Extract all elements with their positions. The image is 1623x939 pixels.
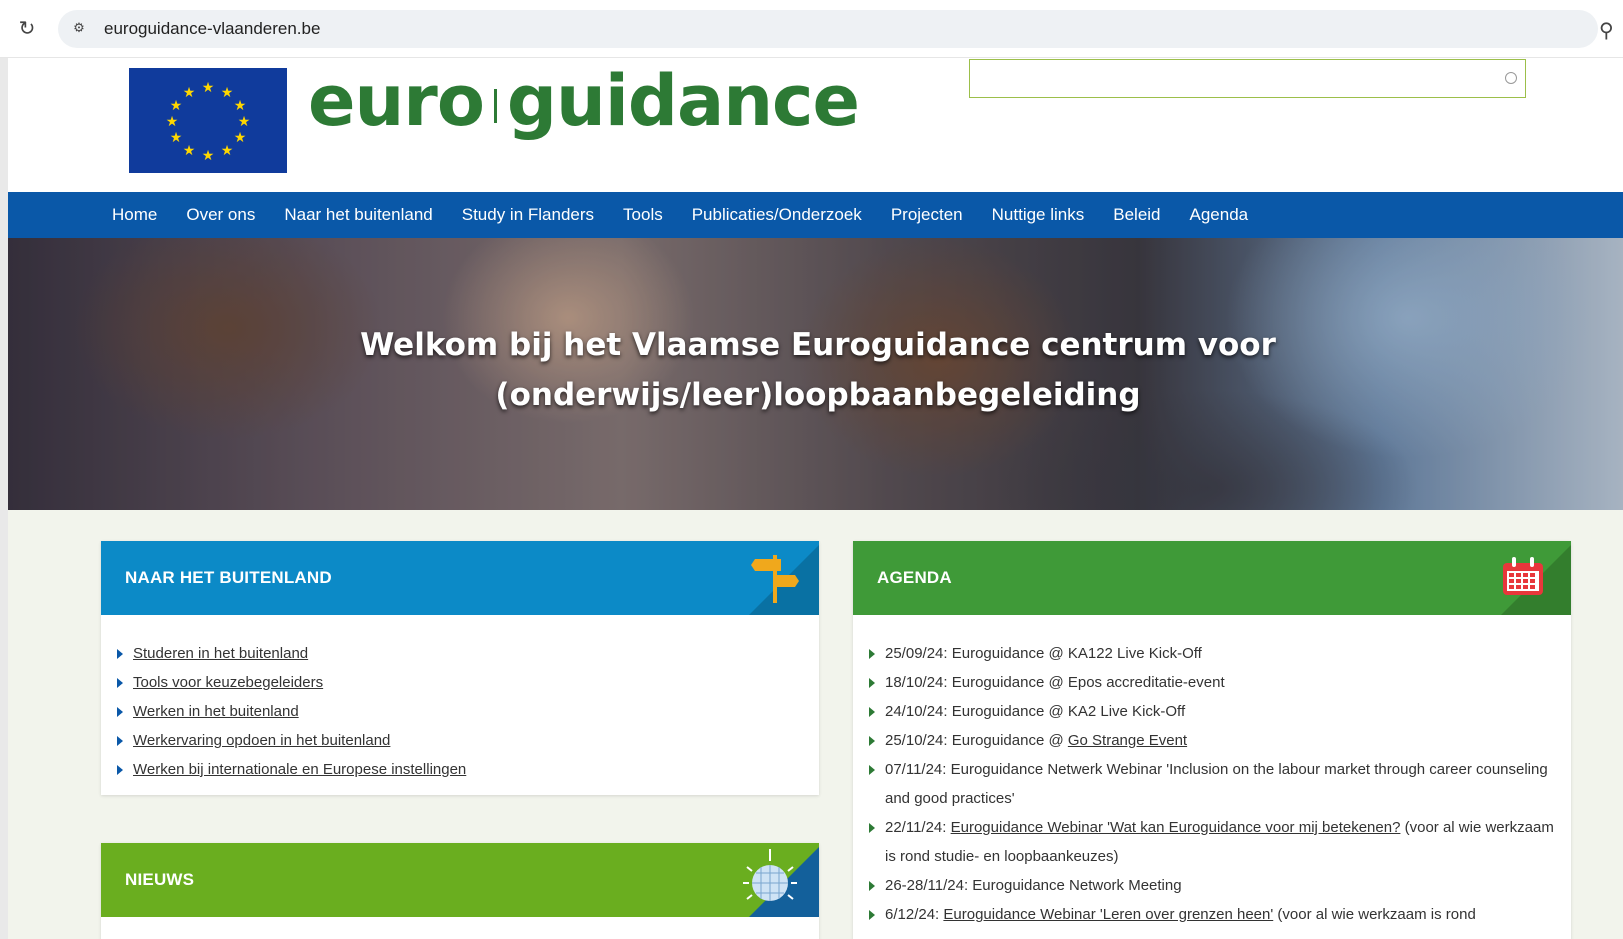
svg-text:★: ★ xyxy=(202,148,215,164)
svg-text:★: ★ xyxy=(221,85,234,101)
window-left-border xyxy=(0,0,8,939)
agenda-item: 24/10/24: Euroguidance @ KA2 Live Kick-O… xyxy=(869,697,1555,726)
svg-text:★: ★ xyxy=(170,130,183,146)
link-werken[interactable]: Werken in het buitenland xyxy=(133,703,299,720)
agenda-item: 07/11/24: Euroguidance Netwerk Webinar '… xyxy=(869,755,1555,813)
agenda-item-text: 25/10/24: Euroguidance @ xyxy=(885,732,1068,749)
panel-body: Studeren in het buitenland Tools voor ke… xyxy=(101,615,819,800)
hero-title: Welkom bij het Vlaamse Euroguidance cent… xyxy=(308,320,1328,420)
reload-icon[interactable]: ↻ xyxy=(16,17,38,39)
url-text[interactable]: euroguidance-vlaanderen.be xyxy=(104,19,320,39)
svg-text:★: ★ xyxy=(166,114,179,130)
agenda-item: 22/11/24: Euroguidance Webinar 'Wat kan … xyxy=(869,813,1555,871)
nav-item-publicaties[interactable]: Publicaties/Onderzoek xyxy=(692,205,862,225)
svg-text:★: ★ xyxy=(221,143,234,159)
panel-agenda: AGENDA 25/09/24: Euroguidance @ KA122 Li… xyxy=(853,541,1571,939)
agenda-item-link[interactable]: Euroguidance Webinar 'Wat kan Euroguidan… xyxy=(951,819,1401,836)
site-settings-icon[interactable]: ⚙ xyxy=(68,18,90,40)
agenda-item-text: 22/11/24: xyxy=(885,819,951,836)
search-input[interactable] xyxy=(969,59,1526,98)
nav-item-projecten[interactable]: Projecten xyxy=(891,205,963,225)
nav-item-beleid[interactable]: Beleid xyxy=(1113,205,1160,225)
hero-banner: Welkom bij het Vlaamse Euroguidance cent… xyxy=(8,238,1623,510)
agenda-item-text: 6/12/24: xyxy=(885,906,944,923)
agenda-item-suffix: (voor al wie werkzaam is rond xyxy=(1273,906,1476,923)
logo-separator xyxy=(493,88,497,123)
agenda-item-text: 26-28/11/24: Euroguidance Network Meetin… xyxy=(885,877,1182,894)
panel-title[interactable]: NIEUWS xyxy=(125,870,194,890)
svg-text:★: ★ xyxy=(238,114,251,130)
link-instellingen[interactable]: Werken bij internationale en Europese in… xyxy=(133,761,466,778)
nav-item-tools[interactable]: Tools xyxy=(623,205,663,225)
panel-naar-het-buitenland: NAAR HET BUITENLAND Studeren in het buit… xyxy=(101,541,819,795)
agenda-item-link[interactable]: Go Strange Event xyxy=(1068,732,1187,749)
agenda-item-text: 25/09/24: Euroguidance @ KA122 Live Kick… xyxy=(885,645,1202,662)
disco-ball-icon xyxy=(743,849,797,901)
link-werkervaring[interactable]: Werkervaring opdoen in het buitenland xyxy=(133,732,390,749)
panel-header[interactable]: NIEUWS xyxy=(101,843,819,917)
page: ★ ★ ★ ★ ★ ★ ★ ★ ★ ★ ★ ★ euro guidance Ho… xyxy=(8,58,1623,939)
nav-item-study-in-flanders[interactable]: Study in Flanders xyxy=(462,205,594,225)
signpost-icon xyxy=(751,555,799,603)
panel-title[interactable]: NAAR HET BUITENLAND xyxy=(125,568,332,588)
svg-text:★: ★ xyxy=(183,85,196,101)
panel-header[interactable]: AGENDA xyxy=(853,541,1571,615)
zoom-icon[interactable]: ⚲ xyxy=(1599,18,1623,42)
list-item: Werken in het buitenland xyxy=(117,697,803,726)
calendar-icon xyxy=(1503,557,1543,595)
agenda-item: 26-28/11/24: Euroguidance Network Meetin… xyxy=(869,871,1555,900)
search-icon[interactable] xyxy=(1505,72,1517,84)
logo-euro: euro xyxy=(308,60,485,142)
nav-item-agenda[interactable]: Agenda xyxy=(1190,205,1249,225)
panel-title[interactable]: AGENDA xyxy=(877,568,952,588)
svg-text:★: ★ xyxy=(183,143,196,159)
site-logo-text[interactable]: euro guidance xyxy=(308,60,860,142)
panel-body: 25/09/24: Euroguidance @ KA122 Live Kick… xyxy=(853,615,1571,939)
panel-nieuws: NIEUWS xyxy=(101,843,819,939)
hero-title-line2: (onderwijs/leer)loopbaanbegeleiding xyxy=(495,377,1141,413)
agenda-item-link[interactable]: Euroguidance Webinar 'Leren over grenzen… xyxy=(943,906,1273,923)
svg-text:★: ★ xyxy=(234,130,247,146)
nav-item-naar-het-buitenland[interactable]: Naar het buitenland xyxy=(284,205,432,225)
browser-toolbar: ↻ ⚙ euroguidance-vlaanderen.be ⚲ xyxy=(0,0,1623,58)
list-item: Tools voor keuzebegeleiders xyxy=(117,668,803,697)
panel-header[interactable]: NAAR HET BUITENLAND xyxy=(101,541,819,615)
svg-text:★: ★ xyxy=(170,98,183,114)
eu-flag-logo[interactable]: ★ ★ ★ ★ ★ ★ ★ ★ ★ ★ ★ ★ xyxy=(129,68,287,173)
svg-text:★: ★ xyxy=(234,98,247,114)
link-tools[interactable]: Tools voor keuzebegeleiders xyxy=(133,674,323,691)
list-item: Studeren in het buitenland xyxy=(117,639,803,668)
logo-guidance: guidance xyxy=(506,60,860,142)
site-header: ★ ★ ★ ★ ★ ★ ★ ★ ★ ★ ★ ★ euro guidance xyxy=(8,58,1623,192)
hero-title-line1: Welkom bij het Vlaamse Euroguidance cent… xyxy=(360,327,1276,363)
address-bar[interactable]: ⚙ euroguidance-vlaanderen.be xyxy=(58,10,1598,48)
nav-item-nuttige-links[interactable]: Nuttige links xyxy=(992,205,1085,225)
list-item: Werkervaring opdoen in het buitenland xyxy=(117,726,803,755)
agenda-item: 6/12/24: Euroguidance Webinar 'Leren ove… xyxy=(869,900,1555,929)
agenda-item: 25/10/24: Euroguidance @ Go Strange Even… xyxy=(869,726,1555,755)
svg-text:★: ★ xyxy=(202,80,215,96)
nav-item-over-ons[interactable]: Over ons xyxy=(186,205,255,225)
agenda-item: 18/10/24: Euroguidance @ Epos accreditat… xyxy=(869,668,1555,697)
link-studeren[interactable]: Studeren in het buitenland xyxy=(133,645,308,662)
agenda-item-text: 07/11/24: Euroguidance Netwerk Webinar '… xyxy=(885,761,1548,807)
agenda-item-text: 18/10/24: Euroguidance @ Epos accreditat… xyxy=(885,674,1225,691)
nav-item-home[interactable]: Home xyxy=(112,205,157,225)
main-nav: Home Over ons Naar het buitenland Study … xyxy=(8,192,1623,238)
list-item: Werken bij internationale en Europese in… xyxy=(117,755,803,784)
agenda-item: 25/09/24: Euroguidance @ KA122 Live Kick… xyxy=(869,639,1555,668)
agenda-item-text: 24/10/24: Euroguidance @ KA2 Live Kick-O… xyxy=(885,703,1186,720)
